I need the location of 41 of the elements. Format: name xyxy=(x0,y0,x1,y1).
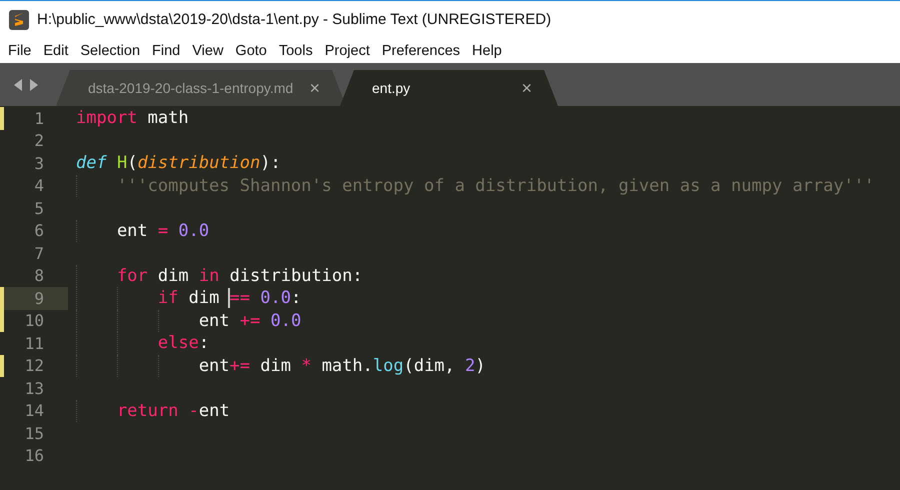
menu-item[interactable]: View xyxy=(186,42,230,58)
line-number: 11 xyxy=(24,332,45,354)
code-line: '''computes Shannon's entropy of a distribution, given as a numpy array''' xyxy=(116,176,874,196)
line-number: 1 xyxy=(0,107,68,130)
line-number: 14 xyxy=(24,400,45,422)
code-line: ent+= dim * math.log(dim, 2) xyxy=(198,356,486,376)
line-number: 15 xyxy=(24,422,45,444)
menu-item[interactable]: Help xyxy=(466,42,508,58)
line-number: 10 xyxy=(0,310,68,332)
menu-item[interactable]: Tools xyxy=(272,42,319,58)
menu-item[interactable]: Goto xyxy=(229,42,273,58)
code-line: ent = 0.0 xyxy=(116,220,210,241)
code-line: for dim in distribution: xyxy=(116,266,363,286)
file-tab[interactable]: ent.py × xyxy=(340,70,558,106)
line-number: 4 xyxy=(33,175,45,197)
menu-item[interactable]: Find xyxy=(146,42,186,58)
line-number: 8 xyxy=(33,265,45,287)
menu-item[interactable]: Project xyxy=(318,42,376,58)
line-number: 16 xyxy=(24,445,45,467)
line-number: 12 xyxy=(0,354,68,377)
code-line: return -ent xyxy=(116,400,230,421)
line-number: 7 xyxy=(33,242,45,264)
line-number: 6 xyxy=(33,220,45,242)
line-number: 2 xyxy=(33,130,45,152)
code-line: if dim == 0.0: xyxy=(156,288,302,308)
line-number: 3 xyxy=(33,152,45,174)
line-number: 9 xyxy=(0,287,68,310)
code-line: def H(distribution): xyxy=(76,153,281,174)
modified-marker xyxy=(0,354,4,377)
menu-item[interactable]: Edit xyxy=(37,42,74,58)
code-line: else: xyxy=(156,333,210,354)
app-logo-icon xyxy=(9,10,29,30)
line-number: 13 xyxy=(24,378,45,400)
menu-item[interactable]: File xyxy=(2,42,38,58)
line-number: 5 xyxy=(33,198,45,220)
window-title: H:\public_www\dsta\2019-20\dsta-1\ent.py - Sublime Text (UNREGISTERED) xyxy=(37,11,552,28)
modified-marker xyxy=(0,107,4,130)
code-line: import math xyxy=(76,108,189,128)
code-line: ent += 0.0 xyxy=(198,310,302,331)
menu-item[interactable]: Preferences xyxy=(376,42,466,58)
menu-item[interactable]: Selection xyxy=(74,42,146,58)
